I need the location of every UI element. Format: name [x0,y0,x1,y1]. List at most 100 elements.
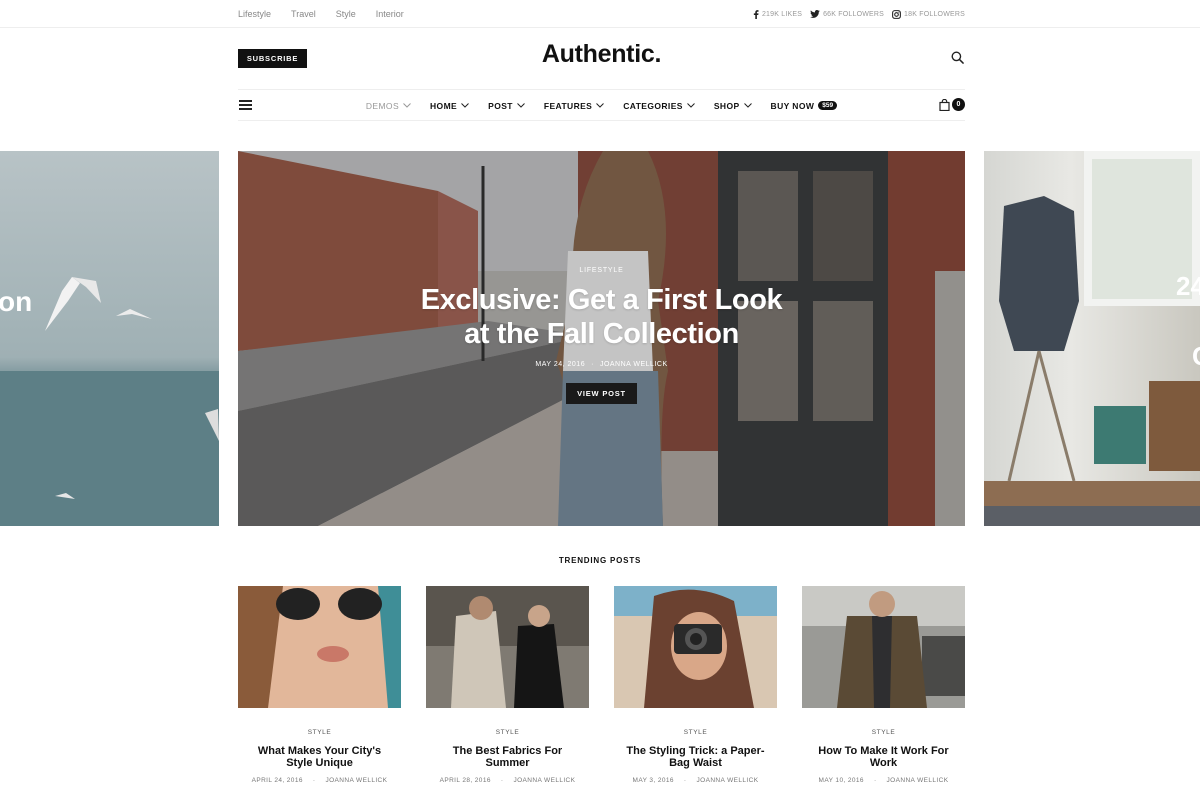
nav-item-post-label: POST [488,100,513,111]
chevron-down-icon [743,103,752,108]
slide-previous[interactable]: on [0,151,219,526]
trending-post-date: APRIL 28, 2016 [439,777,491,784]
trending-post-thumbnail[interactable] [238,586,401,708]
slide-next[interactable]: 24 C [984,151,1200,526]
trending-post-category[interactable]: STYLE [614,729,777,736]
cart-count-badge: 0 [952,98,965,111]
instagram-count: 18K FOLLOWERS [904,10,965,18]
trending-post-meta: MAY 3, 2016 · JOANNA WELLICK [614,777,777,784]
facebook-link[interactable]: 219K LIKES [753,9,803,19]
twitter-count: 66K FOLLOWERS [823,10,885,18]
slide-next-title-fragment: 24 [1176,271,1200,301]
chevron-down-icon [403,103,411,108]
trending-post-author[interactable]: JOANNA WELLICK [325,777,387,784]
main-navigation: DEMOS HOME POST FEATURES CATEGORIES SHOP… [238,89,965,121]
meta-separator: · [500,777,504,784]
nav-item-demos-label: DEMOS [365,100,400,111]
trending-post-author[interactable]: JOANNA WELLICK [887,777,949,784]
nav-item-buy-now-label: BUY NOW [770,100,815,111]
featured-slide-content: LIFESTYLE Exclusive: Get a First Look at… [238,267,965,404]
trending-post-date: MAY 10, 2016 [818,777,864,784]
trending-post-card[interactable]: STYLE The Best Fabrics For Summer APRIL … [426,586,589,784]
trending-post-category[interactable]: STYLE [426,729,589,736]
nav-item-categories[interactable]: CATEGORIES [623,101,695,111]
trending-post-date: MAY 3, 2016 [632,777,674,784]
trending-post-meta: APRIL 28, 2016 · JOANNA WELLICK [426,777,589,784]
top-link-interior[interactable]: Interior [376,9,404,19]
top-bar: Lifestyle Travel Style Interior 219K LIK… [0,0,1200,28]
chevron-down-icon [686,103,695,108]
trending-post-author[interactable]: JOANNA WELLICK [513,777,575,784]
facebook-count: 219K LIKES [761,10,803,18]
featured-slide[interactable]: LIFESTYLE Exclusive: Get a First Look at… [238,151,965,526]
woman-camera-image [614,586,777,708]
man-coat-image [802,586,965,708]
trending-post-meta: MAY 10, 2016 · JOANNA WELLICK [802,777,965,784]
meta-separator: · [683,777,687,784]
view-post-button[interactable]: VIEW POST [566,383,637,404]
trending-post-card[interactable]: STYLE What Makes Your City's Style Uniqu… [238,586,401,784]
trending-post-date: APRIL 24, 2016 [251,777,303,784]
trending-post-card[interactable]: STYLE How To Make It Work For Work MAY 1… [802,586,965,784]
featured-title-line2: at the Fall Collection [464,318,739,350]
trending-post-title[interactable]: What Makes Your City's Style Unique [238,745,401,769]
trending-post-meta: APRIL 24, 2016 · JOANNA WELLICK [238,777,401,784]
trending-section-title: TRENDING POSTS [558,556,642,565]
featured-title[interactable]: Exclusive: Get a First Look at the Fall … [238,283,965,351]
trending-post-author[interactable]: JOANNA WELLICK [697,777,759,784]
twitter-link[interactable]: 66K FOLLOWERS [810,10,884,18]
top-link-travel[interactable]: Travel [291,9,316,19]
top-link-lifestyle[interactable]: Lifestyle [238,9,271,19]
nav-item-demos[interactable]: DEMOS [366,101,411,111]
trending-post-category[interactable]: STYLE [802,729,965,736]
slide-previous-title-fragment: on [0,286,33,317]
nav-item-shop-label: SHOP [713,100,740,111]
chevron-down-icon [461,103,469,108]
top-category-links: Lifestyle Travel Style Interior [238,9,404,19]
cart-button[interactable]: 0 [939,98,965,111]
facebook-icon [753,9,759,19]
trending-post-title[interactable]: How To Make It Work For Work [802,745,965,769]
price-badge: $59 [818,101,838,110]
chevron-down-icon [517,103,525,108]
twitter-icon [810,10,820,18]
nav-item-buy-now[interactable]: BUY NOW $59 [771,101,838,111]
featured-date: MAY 24, 2016 [535,361,586,368]
featured-meta: MAY 24, 2016 · JOANNA WELLICK [238,361,965,368]
trending-post-thumbnail[interactable] [614,586,777,708]
search-button[interactable] [951,51,965,65]
trending-post-thumbnail[interactable] [802,586,965,708]
meta-separator: · [873,777,877,784]
clothes-rack-image [984,151,1200,526]
trending-post-title[interactable]: The Best Fabrics For Summer [426,745,589,769]
top-bar-inner: Lifestyle Travel Style Interior 219K LIK… [238,0,965,28]
woman-sunglasses-image [238,586,401,708]
meta-separator: · [312,777,316,784]
social-counters: 219K LIKES 66K FOLLOWERS 18K FOLLOWERS [753,9,965,19]
nav-item-shop[interactable]: SHOP [714,101,752,111]
nav-item-features[interactable]: FEATURES [543,100,605,111]
slide-next-title-fragment-2: C [1192,341,1200,372]
trending-post-category[interactable]: STYLE [238,729,401,736]
nav-item-features-label: FEATURES [543,100,593,111]
trending-post-card[interactable]: STYLE The Styling Trick: a Paper-Bag Wai… [614,586,777,784]
shopping-bag-icon [939,98,950,111]
chevron-down-icon [596,103,605,108]
featured-author[interactable]: JOANNA WELLICK [600,361,668,368]
featured-category[interactable]: LIFESTYLE [238,267,965,274]
nav-item-categories-label: CATEGORIES [623,100,683,111]
site-logo[interactable]: Authentic. [238,40,965,69]
trending-post-title[interactable]: The Styling Trick: a Paper-Bag Waist [614,745,777,769]
seagulls-image [0,277,219,526]
site-header: SUBSCRIBE Authentic. [238,30,965,88]
search-icon [951,51,964,64]
nav-item-post[interactable]: POST [488,101,525,111]
instagram-link[interactable]: 18K FOLLOWERS [892,9,965,19]
trending-post-thumbnail[interactable] [426,586,589,708]
nav-menu: DEMOS HOME POST FEATURES CATEGORIES SHOP… [238,90,965,121]
nav-item-home[interactable]: HOME [430,101,469,111]
trending-posts-grid: STYLE What Makes Your City's Style Uniqu… [238,586,965,800]
meta-separator: · [591,361,594,368]
top-link-style[interactable]: Style [336,9,356,19]
featured-title-line1: Exclusive: Get a First Look [420,284,783,316]
